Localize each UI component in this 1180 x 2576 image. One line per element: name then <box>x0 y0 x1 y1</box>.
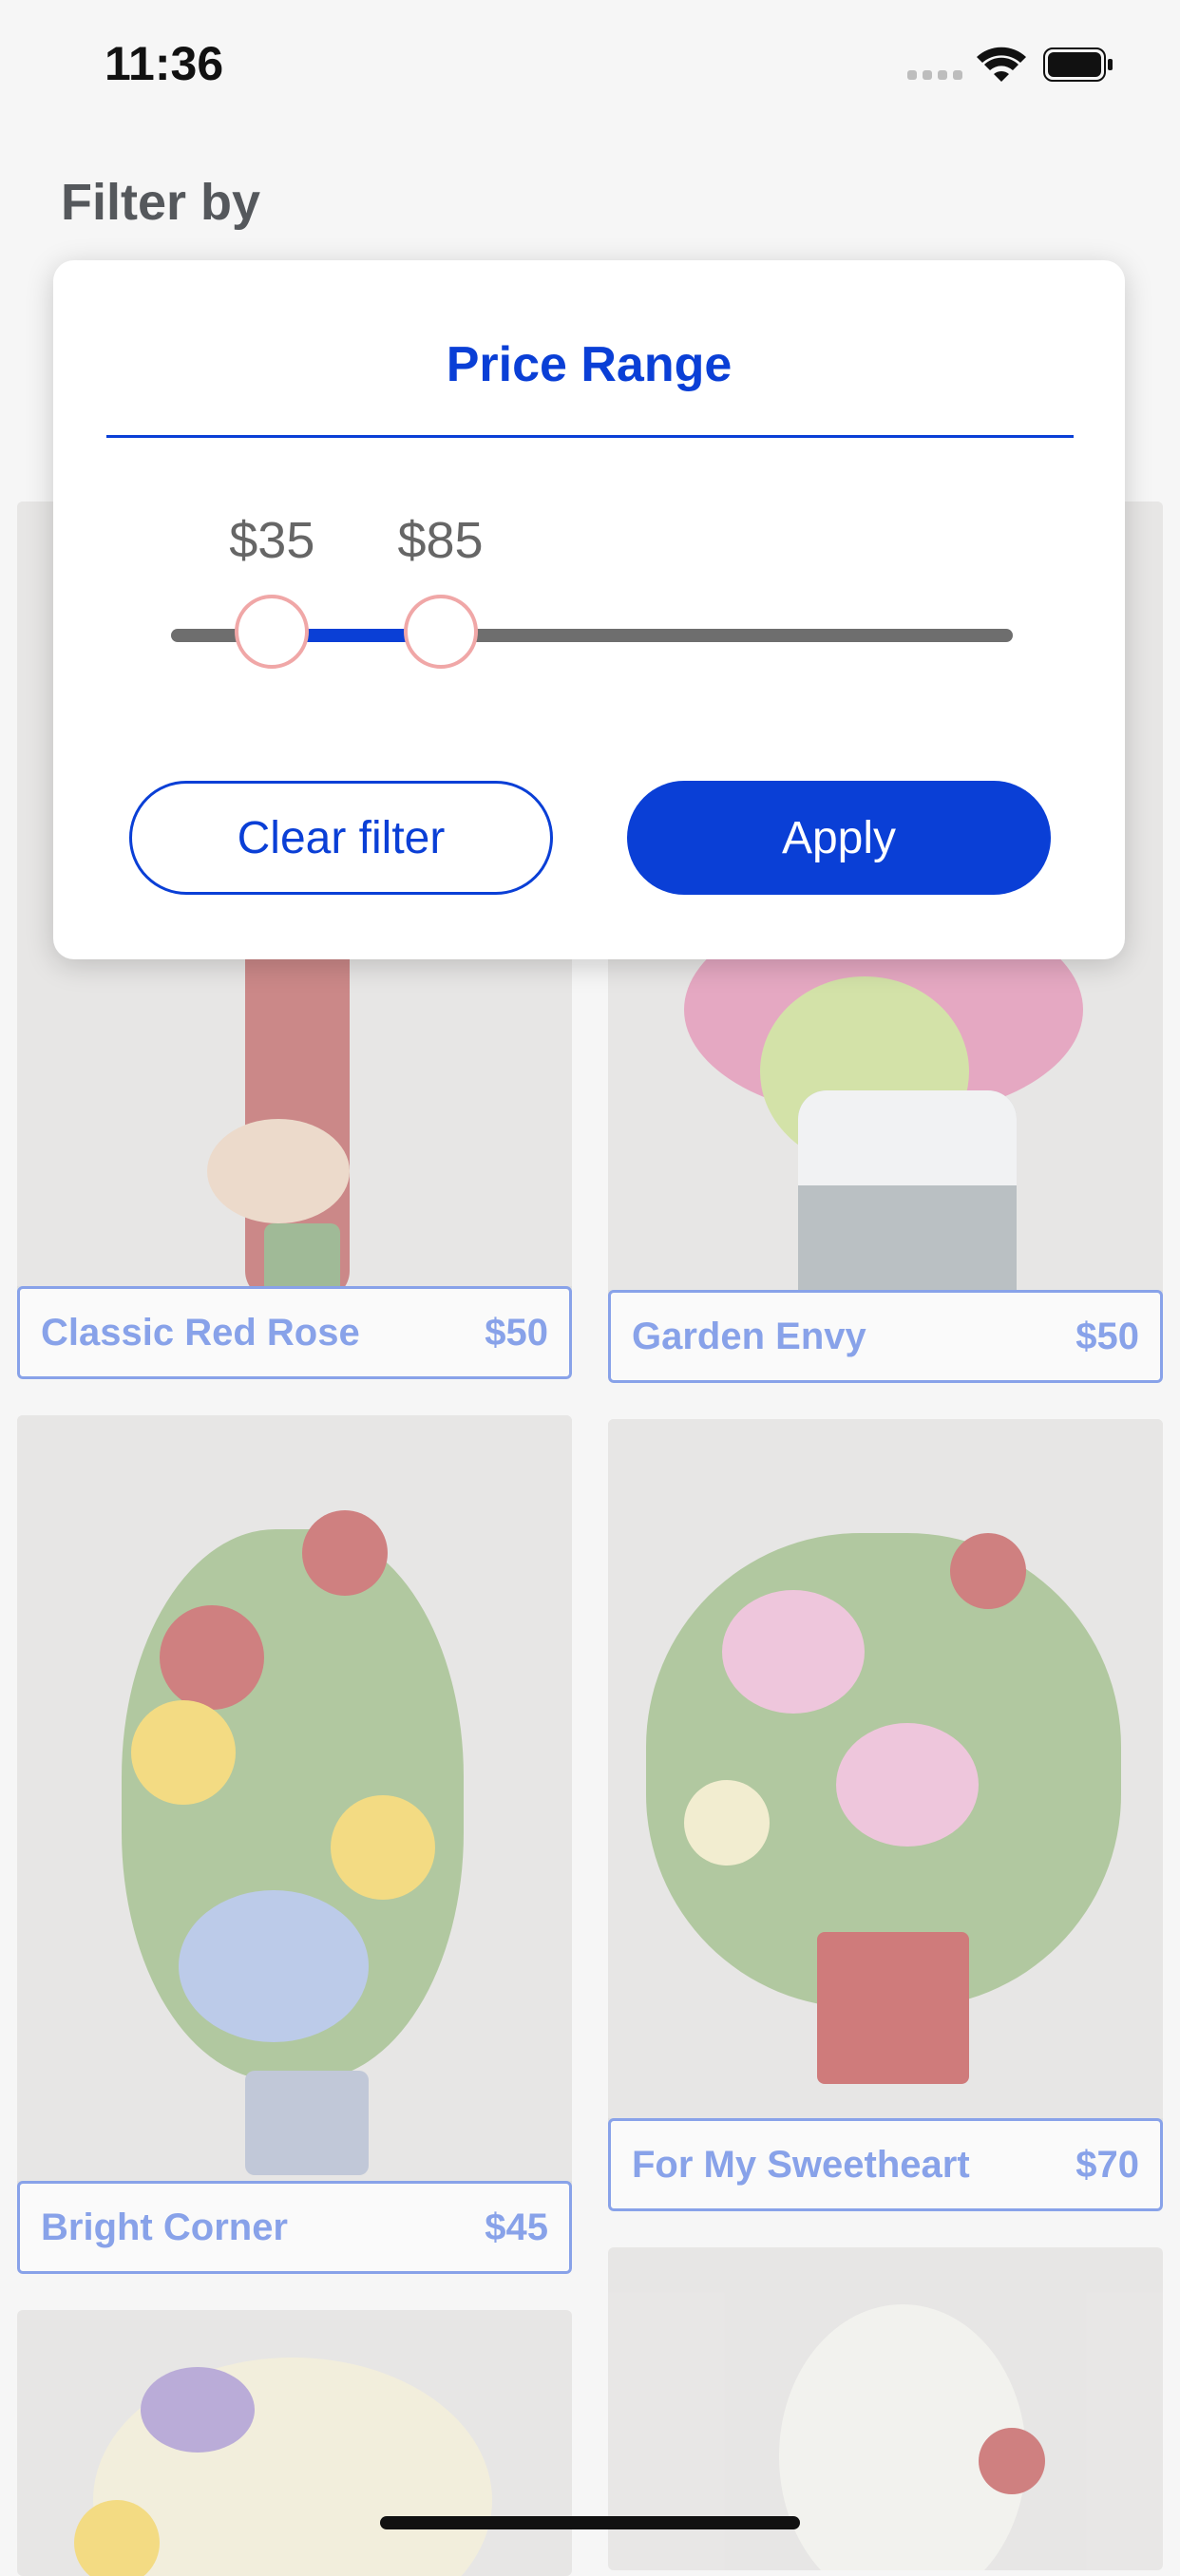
product-label: Bright Corner $45 <box>17 2181 572 2274</box>
modal-title: Price Range <box>446 337 733 392</box>
apply-button[interactable]: Apply <box>627 781 1051 895</box>
product-price: $70 <box>1075 2143 1139 2186</box>
product-name: Garden Envy <box>632 1315 866 1357</box>
product-card-for-my-sweetheart[interactable]: For My Sweetheart $70 <box>608 1419 1163 2211</box>
product-name: For My Sweetheart <box>632 2143 970 2186</box>
price-range-modal: Price Range $35 $85 Clear filter Apply <box>53 260 1125 959</box>
product-price: $50 <box>1075 1315 1139 1357</box>
modal-divider <box>106 435 1074 438</box>
product-image <box>608 1419 1163 2118</box>
max-price-label: $85 <box>397 512 484 569</box>
product-label: Garden Envy $50 <box>608 1290 1163 1383</box>
min-price-thumb[interactable] <box>235 595 310 669</box>
product-name: Classic Red Rose <box>41 1311 360 1354</box>
home-indicator <box>380 2516 800 2529</box>
product-label: Classic Red Rose $50 <box>17 1286 572 1379</box>
max-price-thumb[interactable] <box>403 595 478 669</box>
product-label: For My Sweetheart $70 <box>608 2118 1163 2211</box>
product-card-partial-left[interactable] <box>17 2310 572 2576</box>
product-card-bright-corner[interactable]: Bright Corner $45 <box>17 1415 572 2274</box>
product-image <box>17 1415 572 2181</box>
product-name: Bright Corner <box>41 2206 288 2248</box>
product-price: $45 <box>485 2206 548 2248</box>
price-range-slider[interactable] <box>171 595 1013 669</box>
product-price: $50 <box>485 1311 548 1354</box>
min-price-label: $35 <box>229 512 315 569</box>
clear-filter-button[interactable]: Clear filter <box>129 781 553 895</box>
